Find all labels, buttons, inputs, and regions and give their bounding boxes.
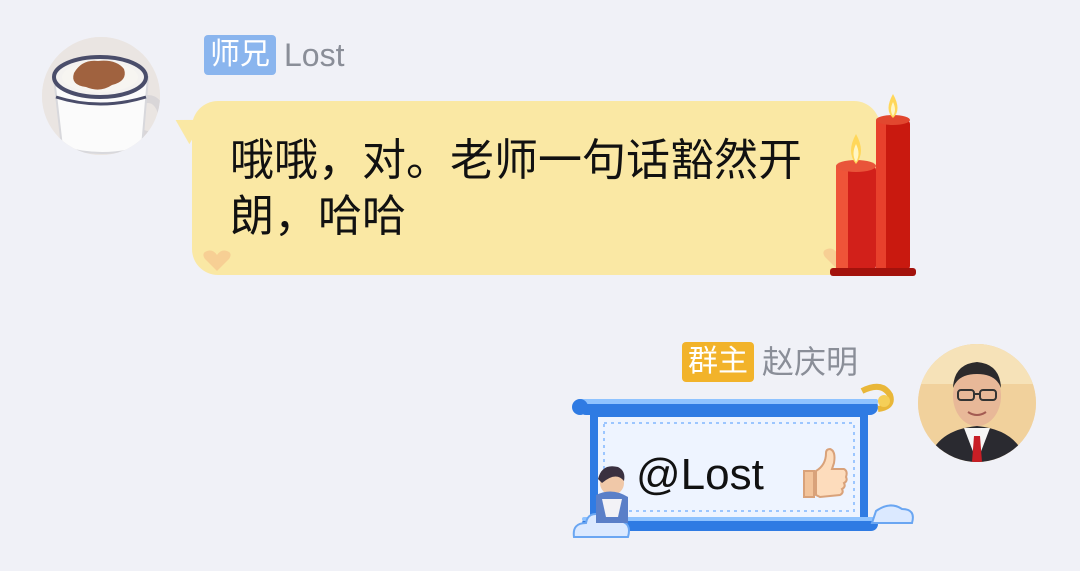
person-avatar — [918, 344, 1036, 462]
group-owner-badge: 群主 — [681, 342, 754, 382]
sender-name-row: 群主 赵庆明 — [681, 342, 858, 382]
candles-decoration — [826, 92, 922, 278]
coffee-cup-avatar — [42, 37, 160, 155]
sender-name[interactable]: Lost — [284, 35, 344, 75]
message-text: 哦哦，对。老师一句话豁然开朗，哈哈 — [230, 135, 802, 242]
heart-decoration-icon — [203, 250, 231, 271]
candle-icon — [830, 94, 916, 276]
sender-name[interactable]: 赵庆明 — [762, 342, 858, 382]
sender-name-row: 师兄 Lost — [204, 35, 344, 75]
sender-avatar-lost[interactable] — [42, 37, 160, 155]
member-title-badge: 师兄 — [204, 35, 276, 75]
sender-avatar-owner[interactable] — [918, 344, 1036, 462]
mention-text[interactable]: @Lost — [636, 447, 764, 503]
message-bubble[interactable]: 哦哦，对。老师一句话豁然开朗，哈哈 — [192, 101, 880, 275]
thumbs-up-icon — [803, 447, 848, 499]
chat-screen: 师兄 Lost 哦哦，对。老师一句话豁然开朗，哈哈 群主 赵庆明 @Lost — [0, 0, 1080, 571]
